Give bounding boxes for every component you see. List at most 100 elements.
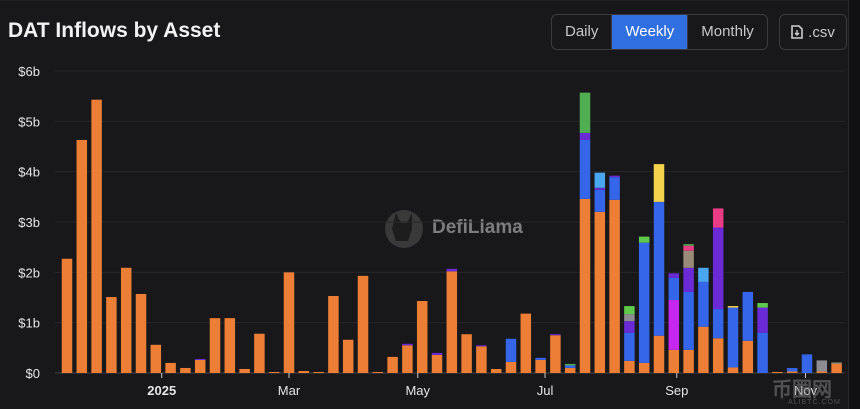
y-tick-label: $6b bbox=[18, 64, 40, 79]
bar-segment bbox=[431, 352, 443, 355]
bar-segment bbox=[505, 361, 517, 373]
bar-segment bbox=[638, 236, 650, 243]
bar-segment bbox=[624, 321, 635, 333]
bar-segment bbox=[668, 273, 680, 278]
x-tick-label: Sep bbox=[665, 383, 688, 398]
bar-segment bbox=[550, 334, 561, 336]
bar-segment bbox=[165, 362, 176, 373]
bar-segment bbox=[357, 275, 369, 373]
bar-segment bbox=[224, 318, 236, 373]
bar-segment bbox=[150, 344, 162, 373]
bar-segment bbox=[76, 139, 88, 373]
bar-segment bbox=[624, 314, 635, 322]
bar-segment bbox=[698, 326, 709, 373]
bar-segment bbox=[698, 267, 709, 282]
bar-segment bbox=[490, 368, 502, 373]
bar-segment bbox=[668, 277, 680, 301]
bar-segment bbox=[653, 164, 665, 202]
bar-segment bbox=[476, 345, 487, 347]
bar-chart: $0$1b$2b$3b$4b$5b$6b2025 Mar May Jul Sep Nov bbox=[18, 64, 845, 398]
bar-segment bbox=[283, 272, 295, 373]
bar-segment bbox=[209, 318, 221, 373]
bar-segment bbox=[609, 199, 620, 373]
bar-segment bbox=[757, 307, 768, 333]
x-tick-label: Jul bbox=[537, 383, 554, 398]
corner-watermark-sub: ALIBTC.COM bbox=[788, 399, 841, 406]
bar-segment bbox=[564, 367, 576, 373]
bar-segment bbox=[564, 363, 576, 366]
bar-segment bbox=[816, 360, 828, 372]
chart-card: DAT Inflows by Asset Daily Weekly Monthl… bbox=[0, 0, 849, 409]
bar-segment bbox=[683, 245, 694, 251]
bar-segment bbox=[120, 267, 132, 373]
bar-segment bbox=[653, 335, 665, 373]
y-tick-label: $3b bbox=[18, 215, 40, 230]
y-tick-label: $0 bbox=[26, 366, 40, 381]
corner-watermark: 币圈网 ALIBTC.COM bbox=[772, 373, 841, 406]
bar-segment bbox=[579, 132, 591, 140]
bar-segment bbox=[742, 340, 754, 373]
bar-segment bbox=[239, 368, 250, 373]
bar-segment bbox=[61, 258, 73, 373]
bar-segment bbox=[461, 334, 472, 373]
bar-segment bbox=[194, 358, 206, 360]
x-tick-label: Mar bbox=[278, 383, 301, 398]
bar-segment bbox=[683, 349, 694, 373]
bar-segment bbox=[535, 357, 546, 360]
bar-segment bbox=[579, 198, 591, 373]
bar-segment bbox=[564, 365, 576, 368]
bar-segment bbox=[298, 370, 310, 373]
bar-segment bbox=[712, 208, 724, 228]
bar-segment bbox=[520, 313, 532, 373]
bar-segment bbox=[831, 363, 842, 373]
corner-watermark-text: 币圈网 bbox=[772, 379, 832, 401]
bar-segment bbox=[91, 99, 102, 373]
bar-segment bbox=[712, 309, 724, 339]
bar-segment bbox=[638, 242, 650, 363]
bar-segment bbox=[594, 172, 606, 188]
bar-segment bbox=[757, 303, 768, 308]
bar-segment bbox=[786, 367, 798, 372]
y-tick-label: $5b bbox=[18, 114, 40, 129]
bar-segment bbox=[609, 177, 620, 200]
bar-segment bbox=[653, 201, 665, 336]
bar-segment bbox=[594, 187, 606, 190]
bar-segment bbox=[328, 295, 339, 373]
bar-segment bbox=[254, 333, 265, 373]
bar-segment bbox=[594, 189, 606, 212]
x-tick-label: 2025 bbox=[147, 383, 176, 398]
bar-segment bbox=[757, 332, 768, 373]
bar-segment bbox=[387, 356, 398, 373]
bar-segment bbox=[342, 339, 354, 373]
bar-segment bbox=[712, 338, 724, 373]
bar-segment bbox=[313, 371, 324, 373]
bar-segment bbox=[638, 362, 650, 373]
bar-segment bbox=[801, 354, 813, 373]
bar-segment bbox=[476, 346, 487, 373]
bar-segment bbox=[579, 92, 591, 133]
bar-segment bbox=[402, 343, 413, 346]
y-tick-label: $2b bbox=[18, 265, 40, 280]
bar-segment bbox=[624, 360, 635, 373]
bar-segment bbox=[683, 250, 694, 268]
bar-segment bbox=[609, 175, 620, 178]
bar-segment bbox=[194, 359, 206, 373]
bar-segment bbox=[446, 271, 458, 373]
bar-segment bbox=[402, 345, 413, 373]
bar-segment bbox=[683, 267, 694, 292]
bar-segment bbox=[683, 244, 694, 246]
bar-segment bbox=[683, 291, 694, 350]
bar-segment bbox=[742, 291, 754, 341]
bar-segment bbox=[579, 139, 591, 199]
bar-segment bbox=[594, 211, 606, 373]
y-tick-label: $1b bbox=[18, 316, 40, 331]
bar-segment bbox=[624, 306, 635, 315]
bar-segment bbox=[106, 296, 117, 373]
bar-segment bbox=[135, 293, 147, 373]
bar-segment bbox=[698, 281, 709, 327]
bar-segment bbox=[431, 354, 443, 373]
bar-segment bbox=[727, 307, 739, 368]
bar-segment bbox=[180, 367, 191, 373]
x-tick-label: May bbox=[405, 383, 430, 398]
bar-segment bbox=[268, 371, 280, 373]
